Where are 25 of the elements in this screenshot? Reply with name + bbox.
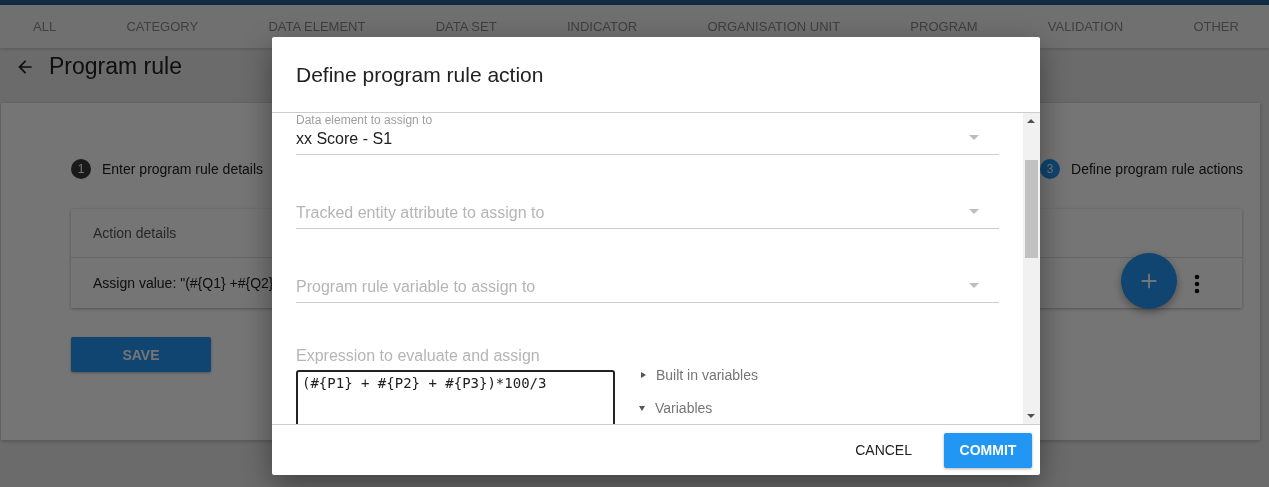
dialog-title: Define program rule action: [272, 37, 1040, 113]
expand-toggle-icon[interactable]: [639, 405, 645, 411]
scrollbar[interactable]: [1023, 113, 1040, 424]
field-label: Expression to evaluate and assign: [296, 347, 541, 365]
select-field[interactable]: Program rule variable to assign to: [296, 229, 999, 303]
select-field[interactable]: Data element to assign to xx Score - S1: [296, 113, 999, 155]
select-field[interactable]: Tracked entity attribute to assign to: [296, 155, 999, 229]
table-cell: Assign value: "(#{Q1} +#{Q2}: [93, 275, 274, 291]
dropdown-caret-icon: [969, 283, 979, 288]
expand-toggle-icon[interactable]: [641, 372, 646, 378]
step-number: 1: [71, 159, 91, 179]
variable-group[interactable]: Variables: [655, 400, 713, 416]
page-title: Program rule: [49, 53, 182, 80]
dropdown-caret-icon: [969, 135, 979, 140]
variable-group[interactable]: Built in variables: [656, 367, 758, 383]
step-label: Define program rule actions: [1071, 161, 1243, 177]
column-header: Action details: [93, 225, 177, 241]
cancel-button[interactable]: CANCEL: [839, 432, 928, 468]
commit-button[interactable]: COMMIT: [944, 432, 1032, 468]
dropdown-caret-icon: [969, 209, 979, 214]
expression-field[interactable]: (#{P1} + #{P2} + #{P3})*100/3: [296, 370, 615, 424]
step-label: Enter program rule details: [102, 161, 264, 177]
step-number: 3: [1040, 159, 1060, 179]
more-icon[interactable]: [1194, 274, 1200, 294]
save-button[interactable]: SAVE: [71, 337, 211, 372]
